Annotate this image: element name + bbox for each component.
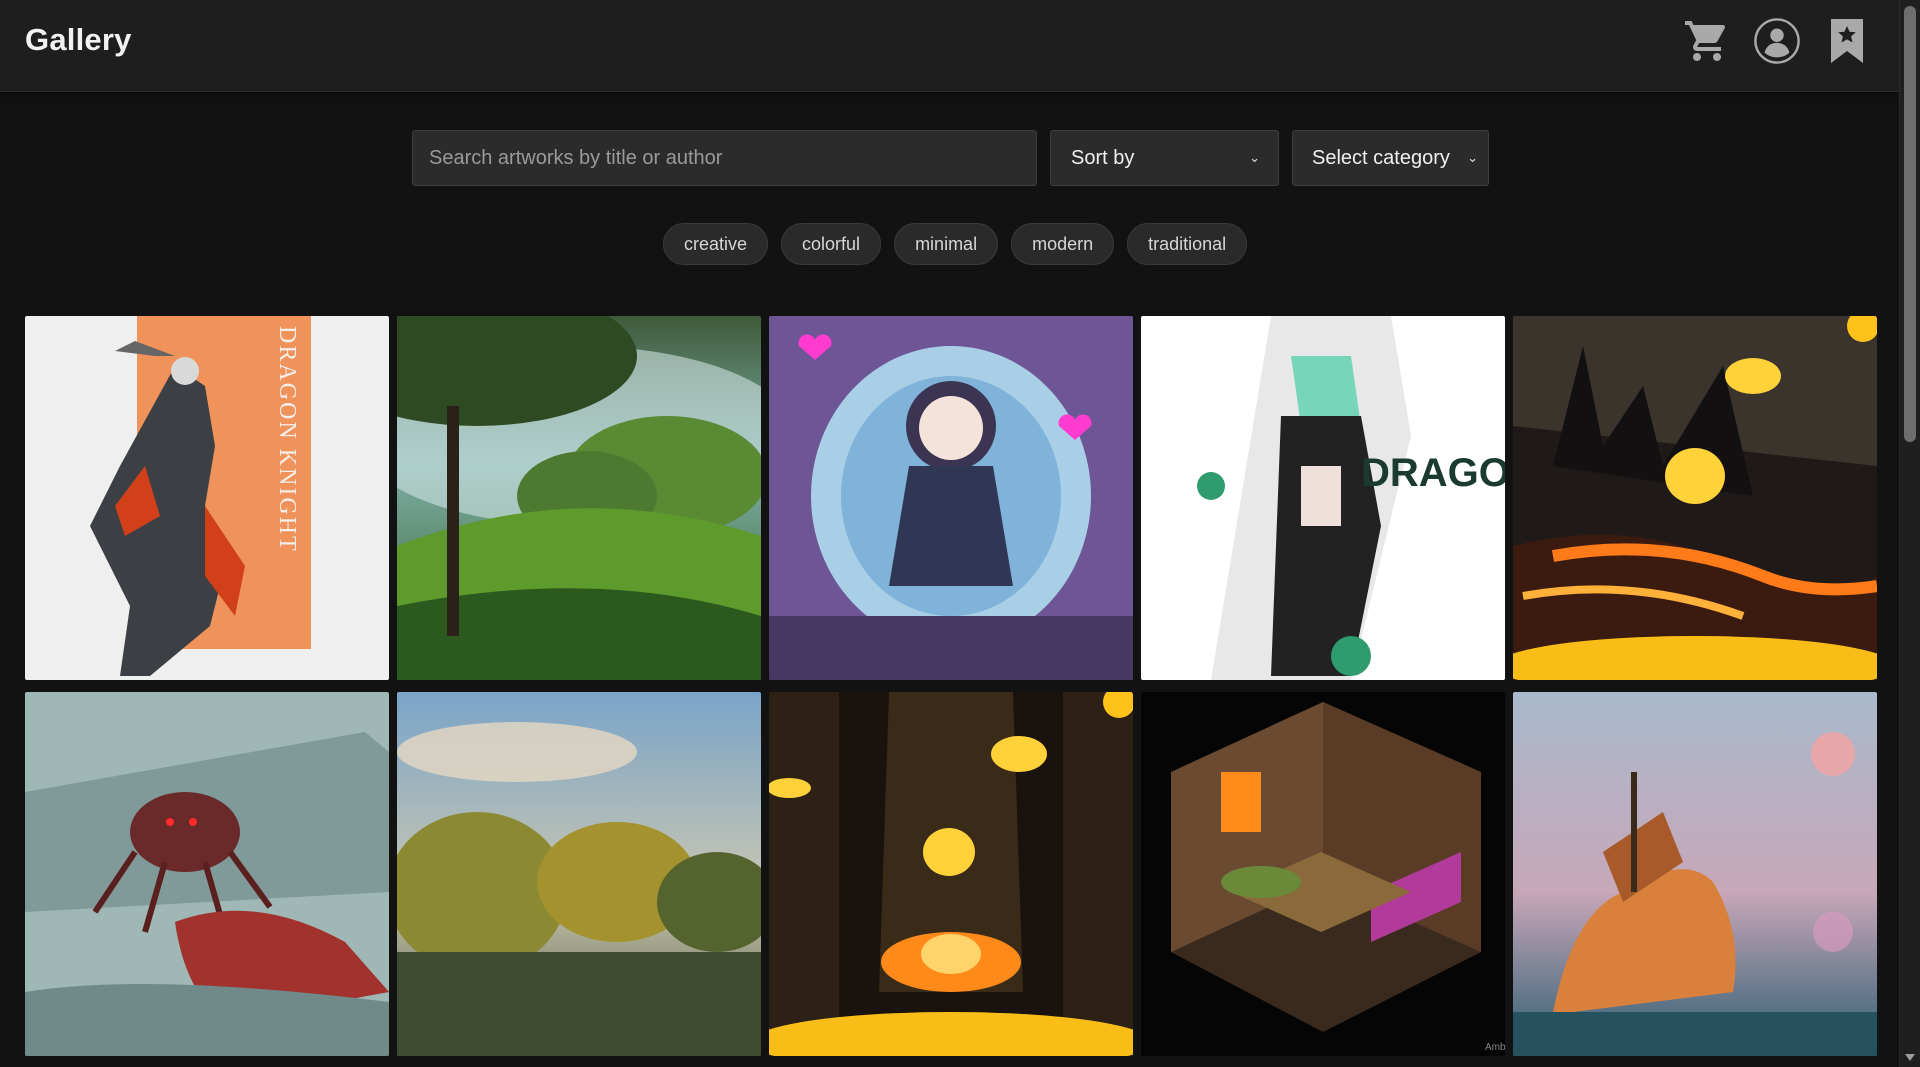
cart-icon — [1685, 21, 1726, 61]
artwork-image — [1513, 692, 1877, 1056]
artwork-image — [397, 692, 761, 1056]
artwork-card[interactable] — [1513, 316, 1877, 680]
artwork-card[interactable] — [397, 316, 761, 680]
artwork-watermark-text: Amb — [1485, 1042, 1505, 1053]
artwork-card[interactable] — [1513, 692, 1877, 1056]
sort-select-label: Sort by — [1071, 146, 1135, 169]
user-icon — [1754, 18, 1800, 64]
artwork-image: DRAGON KIV — [1141, 316, 1505, 680]
artwork-card[interactable] — [769, 692, 1133, 1056]
category-select[interactable]: Select category ⌄ — [1292, 130, 1489, 186]
bookmark-icon — [1831, 19, 1863, 63]
artwork-image — [1513, 316, 1877, 680]
artwork-card[interactable] — [769, 316, 1133, 680]
cart-button[interactable] — [1683, 16, 1731, 66]
header-actions — [1683, 16, 1871, 66]
tag-colorful[interactable]: colorful — [781, 223, 882, 265]
page-scrollbar[interactable] — [1899, 0, 1920, 1067]
artwork-card[interactable] — [397, 692, 761, 1056]
artwork-image: DRAGON KNIGHT — [25, 316, 389, 680]
chevron-down-icon: ⌄ — [1249, 150, 1260, 165]
bookmarks-button[interactable] — [1823, 16, 1871, 66]
artwork-image — [397, 316, 761, 680]
chevron-down-icon: ⌄ — [1467, 150, 1478, 165]
tag-creative[interactable]: creative — [663, 223, 769, 265]
profile-button[interactable] — [1753, 16, 1801, 66]
scrollbar-thumb[interactable] — [1904, 6, 1916, 442]
category-select-label: Select category — [1312, 146, 1450, 169]
artwork-image — [769, 316, 1133, 680]
tag-minimal[interactable]: minimal — [894, 223, 999, 265]
search-input[interactable] — [412, 130, 1037, 186]
artwork-card[interactable]: Amb — [1141, 692, 1505, 1056]
artwork-image — [769, 692, 1133, 1056]
filter-controls: Sort by ⌄ Select category ⌄ — [412, 130, 1489, 186]
scroll-down-icon[interactable] — [1905, 1054, 1915, 1061]
tag-filters: creative colorful minimal modern traditi… — [663, 223, 1248, 265]
app-title[interactable]: Gallery — [25, 22, 132, 58]
tag-modern[interactable]: modern — [1011, 223, 1115, 265]
app-header: Gallery — [0, 0, 1899, 92]
artwork-image — [25, 692, 389, 1056]
artwork-image: Amb — [1141, 692, 1505, 1056]
artwork-card[interactable] — [25, 692, 389, 1056]
tag-traditional[interactable]: traditional — [1127, 223, 1248, 265]
artwork-card[interactable]: DRAGON KIV — [1141, 316, 1505, 680]
artwork-banner-text: DRAGON KIV — [1361, 451, 1505, 495]
sort-select[interactable]: Sort by ⌄ — [1050, 130, 1279, 186]
artwork-title-text: DRAGON KNIGHT — [274, 326, 300, 553]
artwork-card[interactable]: DRAGON KNIGHT — [25, 316, 389, 680]
